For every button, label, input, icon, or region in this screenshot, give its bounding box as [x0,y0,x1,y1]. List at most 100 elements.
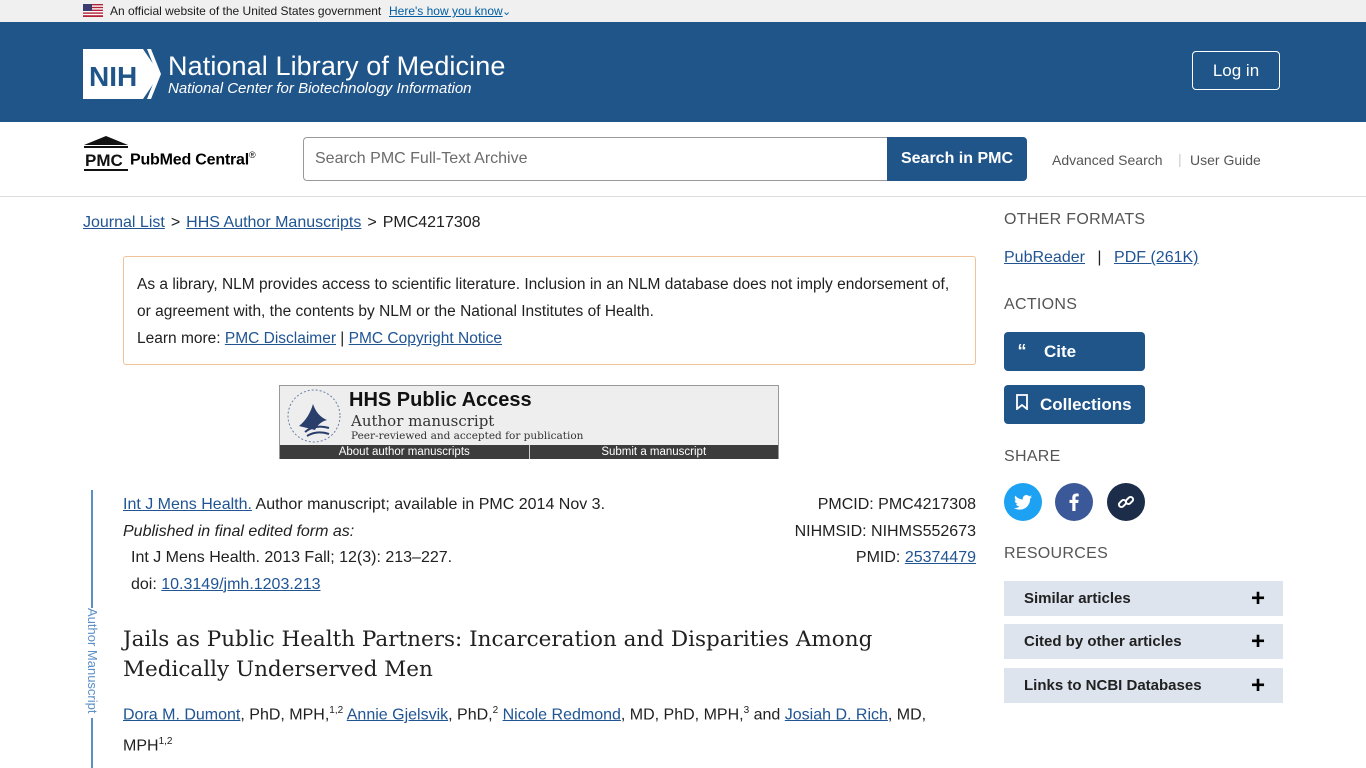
facebook-share-button[interactable] [1055,483,1093,521]
resource-ncbi-links[interactable]: Links to NCBI Databases + [1004,668,1283,703]
collections-label: Collections [1040,394,1132,414]
us-flag-icon [83,4,103,17]
pmid-label: PMID: [855,549,901,566]
twitter-share-button[interactable] [1004,483,1042,521]
journal-link[interactable]: Int J Mens Health. [123,496,252,513]
svg-text:PMC: PMC [85,151,123,170]
pmc-name-text: PubMed Central [130,151,249,169]
hhs-public-access-banner: HHS Public Access Author manuscript Peer… [279,385,779,459]
nlm-title[interactable]: National Library of Medicine [168,51,505,82]
pubreader-link[interactable]: PubReader [1004,249,1085,266]
pdf-link[interactable]: PDF (261K) [1114,249,1198,266]
citation-info: Int J Mens Health. Author manuscript; av… [123,492,605,598]
pmc-logo[interactable]: PMC [83,136,129,172]
nih-logo[interactable]: NIH [83,49,161,99]
pmc-search-bar: PMC PubMed Central® Search in PMC Advanc… [0,122,1366,197]
heres-how-you-know-link[interactable]: Here's how you know [389,4,503,18]
hhs-eagle-seal-icon [287,389,341,443]
resource-label: Links to NCBI Databases [1024,677,1202,694]
breadcrumb-current: PMC4217308 [382,214,481,231]
published-label: Published in final edited form as: [123,522,355,540]
author-affiliation[interactable]: 1,2 [329,705,343,716]
twitter-icon [1014,494,1032,510]
disclaimer-divider: | [340,330,345,347]
breadcrumb-separator: > [170,214,181,231]
author-affiliation[interactable]: 2 [493,705,499,716]
nihmsid: NIHMSID: NIHMS552673 [794,522,976,540]
doi-line: doi: 10.3149/jmh.1203.213 [123,572,605,599]
and-word: and [753,706,781,724]
pmid-link[interactable]: 25374479 [905,549,976,566]
disclaimer-text: As a library, NLM provides access to sci… [137,276,950,320]
author-manuscript-rail-label: Author Manuscript [84,608,100,718]
pmcid: PMCID: PMC4217308 [817,496,976,513]
cite-label: Cite [1044,341,1077,361]
collections-button[interactable]: Collections [1004,385,1145,424]
hhs-subtitle: Author manuscript [351,412,495,430]
format-separator: | [1097,249,1102,266]
resources-heading: RESOURCES [1004,545,1109,562]
cite-button[interactable]: “ Cite [1004,332,1145,371]
author-link[interactable]: Annie Gjelsvik [347,706,448,723]
doi-label: doi: [131,575,157,593]
plus-icon: + [1250,627,1265,655]
article-title: Jails as Public Health Partners: Incarce… [123,627,873,682]
author-link[interactable]: Josiah D. Rich [785,706,888,723]
plus-icon: + [1250,584,1265,612]
pmc-disclaimer-link[interactable]: PMC Disclaimer [225,330,336,347]
disclaimer-box: As a library, NLM provides access to sci… [123,256,976,365]
author-degrees: , PhD, [448,706,493,724]
article-ids: PMCID: PMC4217308 NIHMSID: NIHMS552673 P… [795,492,976,572]
bookmark-icon [1004,394,1040,415]
actions-heading: ACTIONS [1004,296,1078,313]
resource-cited-by[interactable]: Cited by other articles + [1004,624,1283,659]
nav-separator: | [1178,151,1182,167]
author-link[interactable]: Dora M. Dumont [123,706,240,723]
breadcrumb-separator: > [367,214,377,231]
resource-label: Cited by other articles [1024,633,1182,650]
about-author-manuscripts-link[interactable]: About author manuscripts [280,445,530,459]
pmc-copyright-link[interactable]: PMC Copyright Notice [349,330,502,347]
manuscript-status: Author manuscript; available in PMC 2014… [255,496,606,513]
permalink-share-button[interactable] [1107,483,1145,521]
gov-banner: An official website of the United States… [0,0,1366,22]
hhs-title: HHS Public Access [349,389,532,411]
author-link[interactable]: Nicole Redmond [503,706,621,723]
plus-icon: + [1250,671,1265,699]
nlm-header: NIH National Library of Medicine Nationa… [0,22,1366,122]
link-icon [1117,495,1135,509]
svg-text:NIH: NIH [89,61,137,92]
author-affiliation[interactable]: 3 [744,705,750,716]
author-list: Dora M. Dumont, PhD, MPH,1,2 Annie Gjels… [123,697,963,760]
resource-similar-articles[interactable]: Similar articles + [1004,581,1283,616]
author-degrees: , MD, PhD, MPH, [620,706,744,724]
resource-label: Similar articles [1024,590,1131,607]
share-heading: SHARE [1004,448,1061,465]
breadcrumb-journal-list[interactable]: Journal List [83,214,165,231]
other-formats-heading: OTHER FORMATS [1004,211,1146,228]
rail-label-text: Author Manuscript [85,608,100,714]
breadcrumb-hhs-author-manuscripts[interactable]: HHS Author Manuscripts [186,214,361,231]
doi-link[interactable]: 10.3149/jmh.1203.213 [161,576,320,593]
hhs-peer-text: Peer-reviewed and accepted for publicati… [351,430,584,442]
chevron-down-icon[interactable]: ⌄ [502,5,511,18]
user-guide-link[interactable]: User Guide [1190,152,1261,168]
format-links: PubReader | PDF (261K) [1004,249,1198,267]
breadcrumb: Journal List > HHS Author Manuscripts > PMC4… [83,214,481,232]
advanced-search-link[interactable]: Advanced Search [1052,152,1163,168]
citation-source: Int J Mens Health. 2013 Fall; 12(3): 213… [131,549,453,566]
trademark-mark: ® [249,150,256,160]
login-button[interactable]: Log in [1192,51,1280,90]
author-affiliation[interactable]: 1,2 [159,736,173,747]
citation-line-1: Int J Mens Health. Author manuscript; av… [123,492,605,519]
gov-banner-text: An official website of the United States… [110,4,382,18]
disclaimer-learn-more: Learn more: PMC Disclaimer | PMC Copyrig… [137,325,962,352]
pmid-line: PMID: 25374479 [795,545,976,572]
nlm-subtitle: National Center for Biotechnology Inform… [168,80,472,97]
submit-manuscript-link[interactable]: Submit a manuscript [530,445,779,459]
quote-icon: “ [1017,341,1027,361]
author-degrees: , PhD, MPH, [240,706,330,724]
search-input[interactable] [303,137,888,181]
pmc-name[interactable]: PubMed Central® [130,150,256,169]
search-button[interactable]: Search in PMC [887,137,1027,181]
